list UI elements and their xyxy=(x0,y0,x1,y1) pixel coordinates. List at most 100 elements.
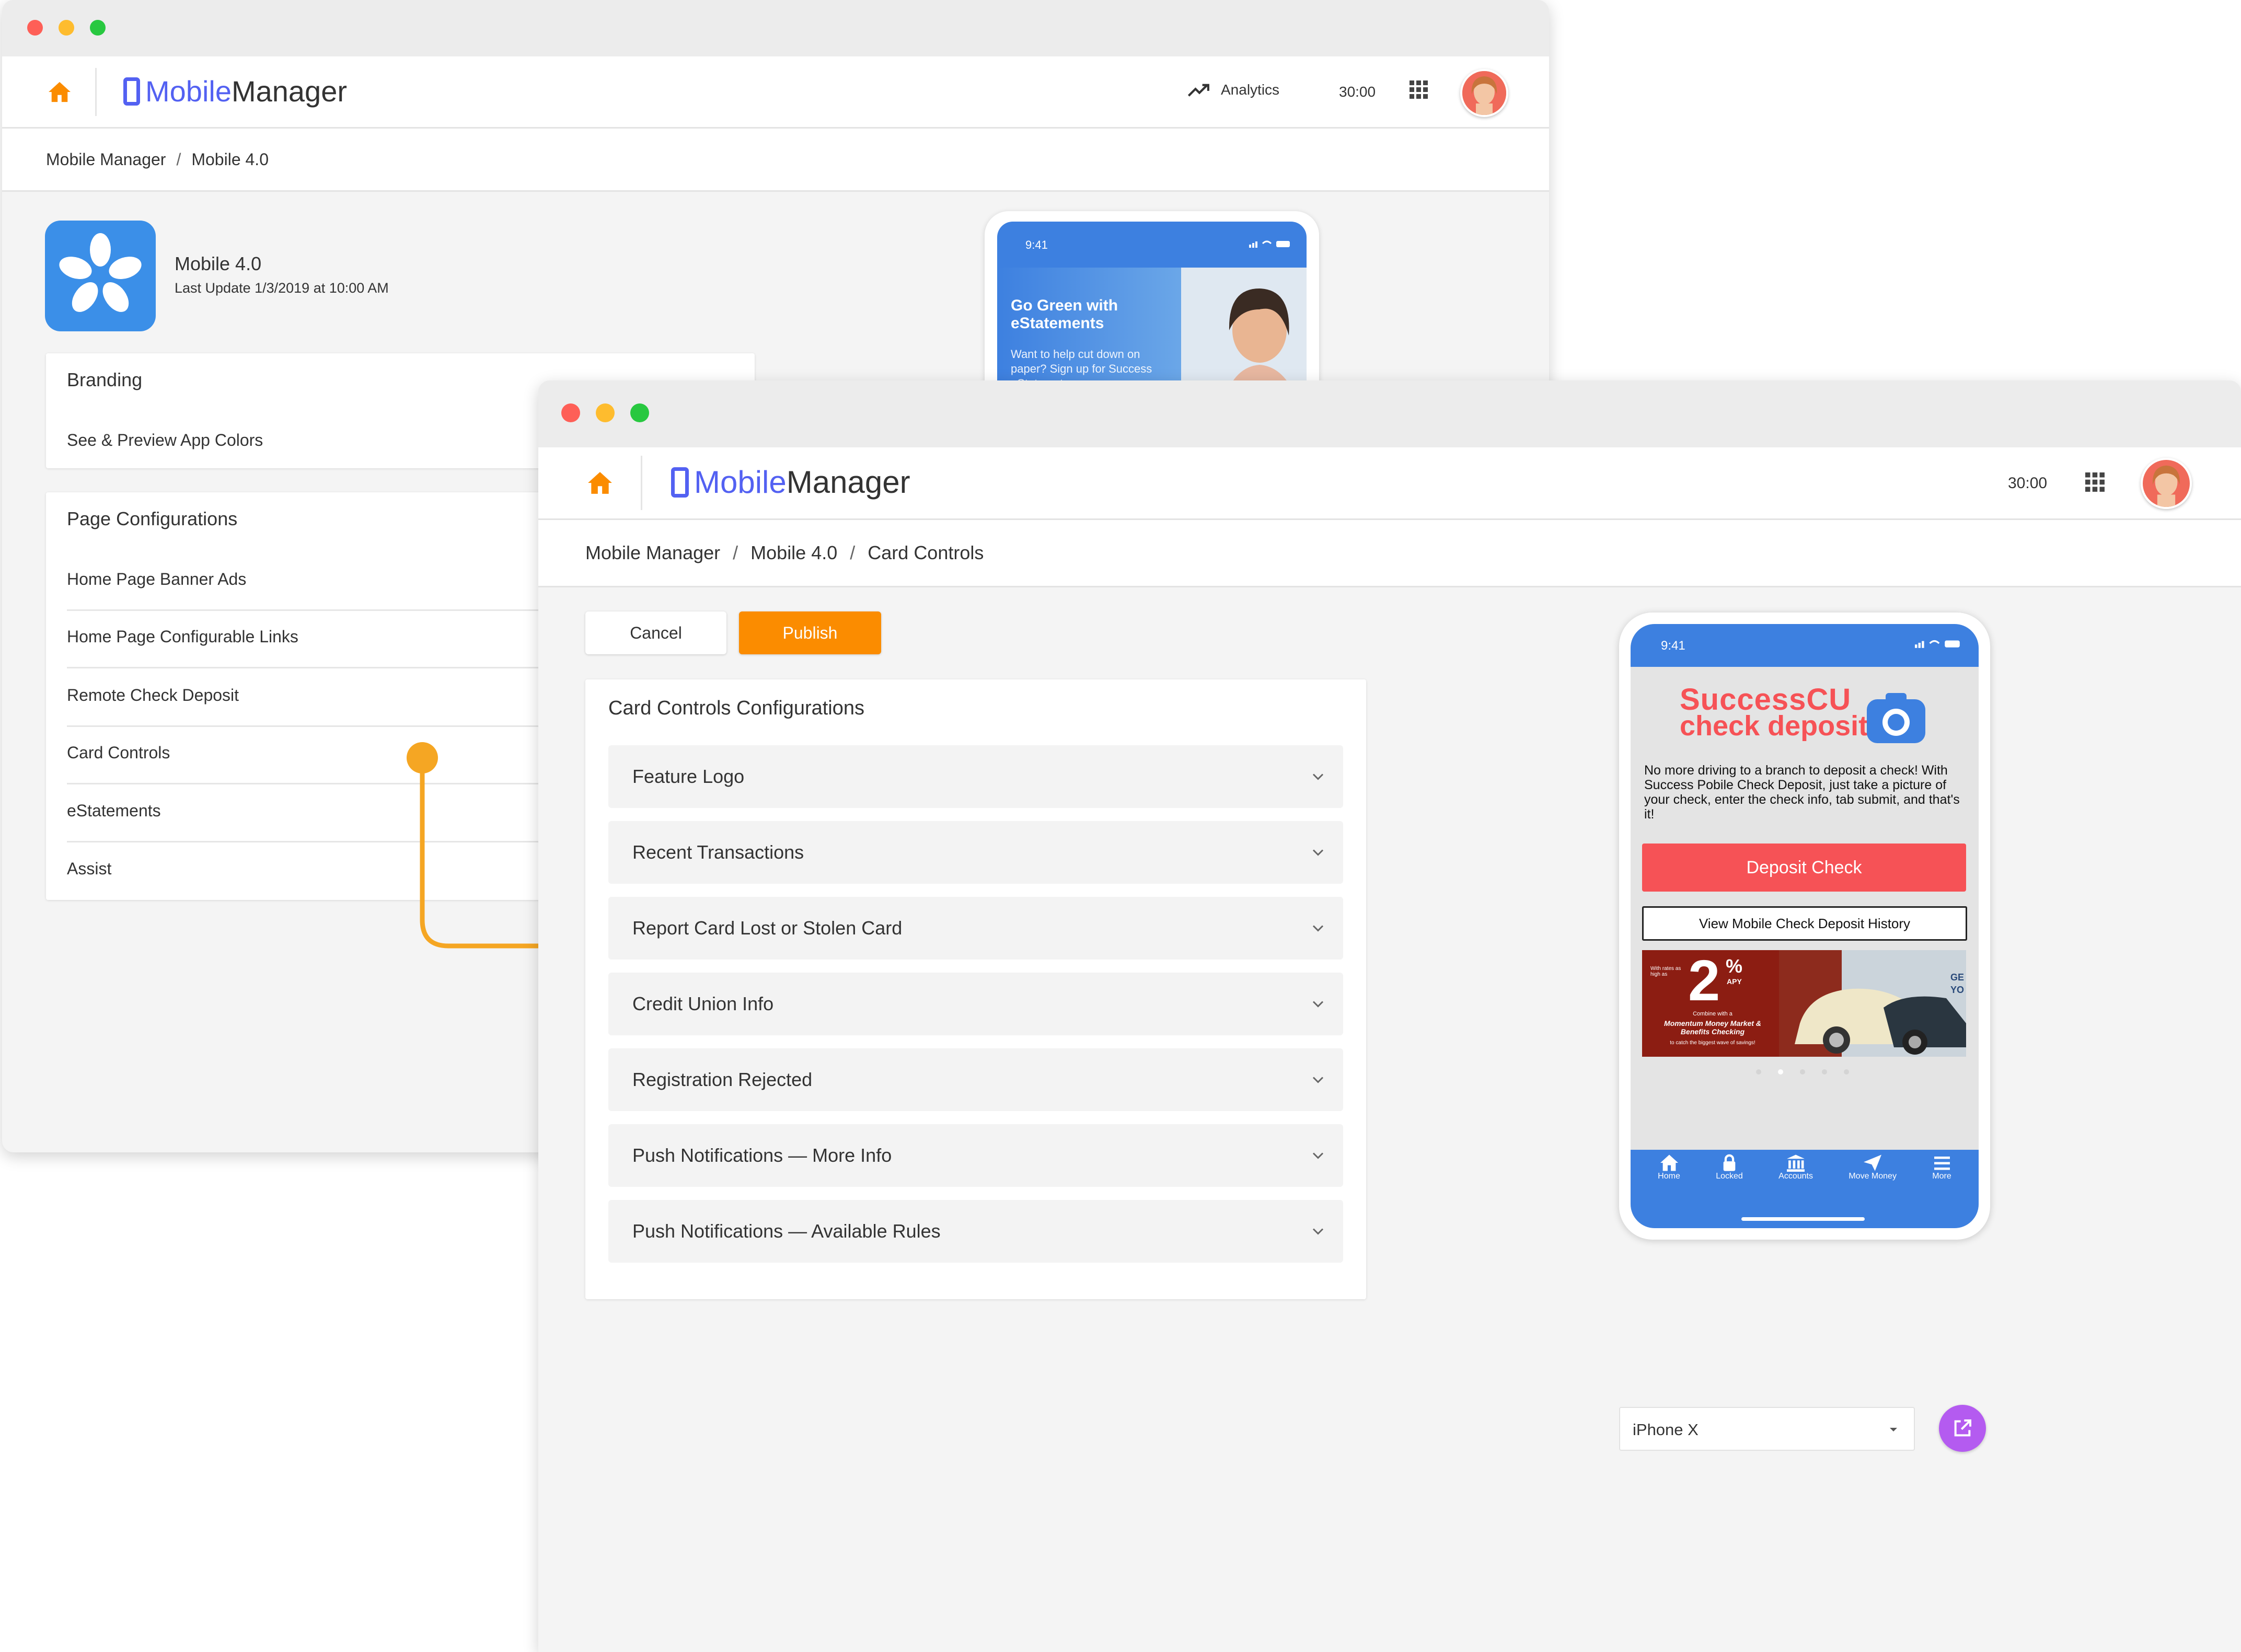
branding-item[interactable]: See & Preview App Colors xyxy=(67,431,263,450)
carousel-dot-active[interactable] xyxy=(1778,1069,1783,1075)
carousel-dot[interactable] xyxy=(1844,1069,1849,1075)
chevron-down-icon xyxy=(1312,1077,1324,1083)
brand-part-2: Manager xyxy=(786,465,910,500)
trending-up-icon xyxy=(1187,84,1209,97)
close-window-button[interactable] xyxy=(27,20,43,36)
ad-combine: Combine with a xyxy=(1693,1011,1732,1017)
session-timer: 30:00 xyxy=(1339,84,1376,100)
config-card-title: Card Controls Configurations xyxy=(608,697,865,719)
tab-label: Move Money xyxy=(1849,1172,1897,1181)
section-credit-union-info[interactable]: Credit Union Info xyxy=(608,973,1343,1035)
breadcrumb-separator: / xyxy=(733,542,738,563)
chevron-down-icon xyxy=(1312,1228,1324,1235)
ad-rate: 2 xyxy=(1688,950,1720,1013)
bottom-tab-bar: Home Locked Accounts Move Money More xyxy=(1631,1150,1979,1228)
device-select[interactable]: iPhone X xyxy=(1619,1407,1915,1451)
deposit-check-button[interactable]: Deposit Check xyxy=(1642,844,1966,892)
carousel-dot[interactable] xyxy=(1756,1069,1761,1075)
tab-label: More xyxy=(1932,1172,1951,1181)
apps-grid-button[interactable] xyxy=(1410,80,1428,102)
app-icon xyxy=(45,221,156,331)
chevron-down-icon xyxy=(1312,925,1324,932)
user-avatar[interactable] xyxy=(1460,69,1508,117)
section-label: Report Card Lost or Stolen Card xyxy=(632,917,903,939)
tab-more[interactable]: More xyxy=(1932,1154,1951,1228)
home-indicator xyxy=(1741,1217,1865,1221)
page-configurations-title: Page Configurations xyxy=(67,508,238,529)
user-avatar[interactable] xyxy=(2141,458,2192,509)
maximize-window-button[interactable] xyxy=(630,403,649,422)
device-select-value: iPhone X xyxy=(1633,1420,1699,1439)
status-icons xyxy=(1249,239,1291,248)
bank-icon xyxy=(1787,1154,1805,1172)
title-bar xyxy=(2,0,1549,56)
app-logo[interactable]: Mobile Manager xyxy=(671,464,910,500)
header-divider xyxy=(95,68,97,116)
carousel-dots[interactable] xyxy=(1756,1069,1849,1075)
app-logo[interactable]: Mobile Manager xyxy=(123,74,347,108)
analytics-label: Analytics xyxy=(1221,82,1280,98)
section-recent-transactions[interactable]: Recent Transactions xyxy=(608,821,1343,884)
brand-part-1: Mobile xyxy=(145,75,232,108)
open-external-button[interactable] xyxy=(1939,1405,1986,1452)
tab-label: Locked xyxy=(1716,1172,1743,1181)
ad-side-text: GE YO xyxy=(1950,972,1965,995)
banner-title: Go Green with eStatements xyxy=(1011,297,1118,332)
breadcrumb-item[interactable]: Mobile 4.0 xyxy=(191,150,269,169)
section-report-card-lost[interactable]: Report Card Lost or Stolen Card xyxy=(608,897,1343,960)
close-window-button[interactable] xyxy=(561,403,580,422)
tab-label: Accounts xyxy=(1778,1172,1813,1181)
publish-button[interactable]: Publish xyxy=(739,611,881,654)
home-button[interactable] xyxy=(44,76,75,108)
app-name: Mobile 4.0 xyxy=(175,253,262,274)
apps-grid-icon xyxy=(2085,472,2105,492)
maximize-window-button[interactable] xyxy=(90,20,106,36)
phone-preview: 9:41 SuccessCU check deposit No more dri… xyxy=(1619,613,1990,1240)
ad-lead-text: With rates as high as xyxy=(1650,966,1681,977)
cancel-button[interactable]: Cancel xyxy=(585,611,726,654)
card-controls-config-card: Card Controls Configurations Feature Log… xyxy=(585,679,1366,1299)
tab-home[interactable]: Home xyxy=(1658,1154,1680,1228)
promo-ad[interactable]: With rates as high as 2 % APY Combine wi… xyxy=(1642,950,1966,1057)
breadcrumb-item[interactable]: Mobile Manager xyxy=(585,542,720,564)
home-icon xyxy=(588,472,612,494)
ad-product: Momentum Money Market & Benefits Checkin… xyxy=(1664,1019,1761,1036)
ad-car-photo xyxy=(1779,950,1966,1057)
logo-line-2: check deposit xyxy=(1680,710,1868,742)
apps-grid-icon xyxy=(1410,80,1428,99)
section-label: Push Notifications — Available Rules xyxy=(632,1220,941,1242)
section-registration-rejected[interactable]: Registration Rejected xyxy=(608,1048,1343,1111)
tab-locked[interactable]: Locked xyxy=(1716,1154,1743,1228)
header-divider xyxy=(641,456,642,510)
carousel-dot[interactable] xyxy=(1800,1069,1805,1075)
analytics-link[interactable]: Analytics xyxy=(1187,82,1279,98)
home-button[interactable] xyxy=(584,467,616,499)
brand-part-1: Mobile xyxy=(694,465,787,500)
section-feature-logo[interactable]: Feature Logo xyxy=(608,745,1343,808)
status-icons xyxy=(1915,640,1960,648)
branding-title: Branding xyxy=(67,369,143,390)
chevron-down-icon xyxy=(1312,1001,1324,1008)
breadcrumb-item[interactable]: Mobile 4.0 xyxy=(750,542,837,564)
section-push-more-info[interactable]: Push Notifications — More Info xyxy=(608,1124,1343,1187)
carousel-dot[interactable] xyxy=(1822,1069,1827,1075)
ad-apy: APY xyxy=(1727,977,1742,986)
minimize-window-button[interactable] xyxy=(59,20,74,36)
minimize-window-button[interactable] xyxy=(596,403,615,422)
ad-percent: % xyxy=(1726,955,1743,977)
breadcrumb-item[interactable]: Mobile Manager xyxy=(46,150,166,169)
phone-icon xyxy=(123,77,140,106)
asterisk-icon xyxy=(59,233,142,312)
deposit-description: No more driving to a branch to deposit a… xyxy=(1644,763,1960,822)
title-bar xyxy=(538,380,2241,447)
home-icon xyxy=(1660,1154,1678,1171)
chevron-down-icon xyxy=(1312,773,1324,780)
view-history-button[interactable]: View Mobile Check Deposit History xyxy=(1642,906,1967,941)
front-window: Mobile Manager 30:00 Mobile Manager / Mo… xyxy=(538,380,2241,1652)
phone-icon xyxy=(671,467,689,498)
send-icon xyxy=(1864,1154,1882,1171)
status-time: 9:41 xyxy=(1025,238,1048,251)
section-push-available-rules[interactable]: Push Notifications — Available Rules xyxy=(608,1200,1343,1263)
apps-grid-button[interactable] xyxy=(2085,472,2105,495)
ad-tagline: to catch the biggest wave of savings! xyxy=(1670,1040,1755,1046)
